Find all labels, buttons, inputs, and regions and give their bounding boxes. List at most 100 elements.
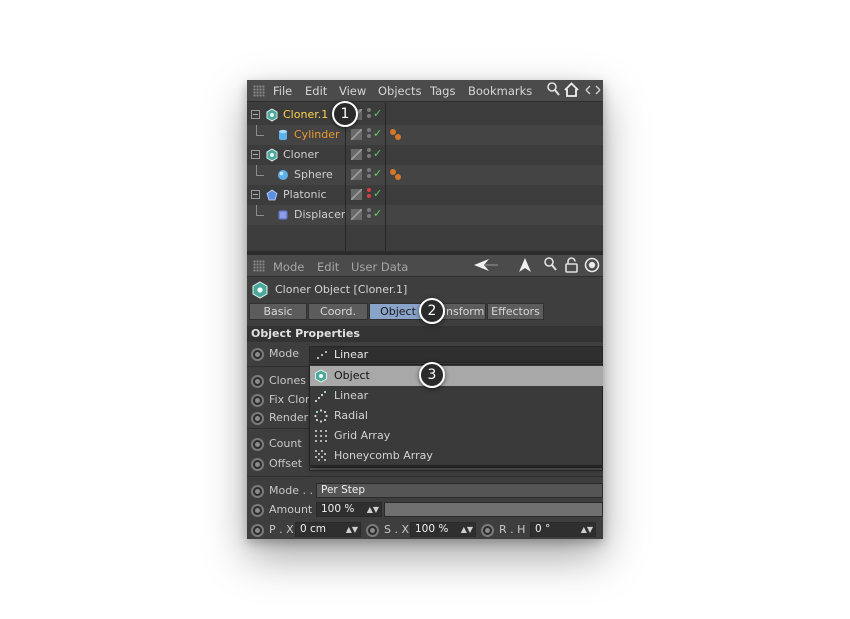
- visibility-dots[interactable]: [367, 168, 371, 182]
- option-grid-array[interactable]: Grid Array: [310, 426, 603, 446]
- object-name[interactable]: Cylinder: [294, 128, 340, 141]
- layer-icon[interactable]: [351, 149, 362, 160]
- lock-icon[interactable]: [565, 257, 578, 277]
- collapse-toggle-icon[interactable]: [251, 110, 260, 119]
- enabled-check-icon[interactable]: ✓: [373, 107, 382, 120]
- menu-tags[interactable]: Tags: [430, 84, 455, 98]
- grip-handle-icon[interactable]: [253, 260, 265, 272]
- object-name[interactable]: Cloner: [283, 148, 319, 161]
- animate-radio[interactable]: [251, 485, 264, 498]
- search-icon[interactable]: [544, 257, 558, 277]
- object-row-cloner-1[interactable]: Cloner.1 ✓: [247, 105, 603, 125]
- visibility-dots[interactable]: [367, 108, 371, 122]
- rh-input[interactable]: 0 ° ▲▼: [530, 522, 596, 537]
- target-icon[interactable]: [584, 257, 600, 277]
- object-row-displacer[interactable]: Displacer ✓: [247, 205, 603, 225]
- tab-basic[interactable]: Basic: [249, 303, 307, 320]
- amount-input[interactable]: 100 % ▲▼: [316, 502, 382, 517]
- cloner-icon: [266, 148, 278, 162]
- enabled-check-icon[interactable]: ✓: [373, 127, 382, 140]
- displacer-icon: [278, 210, 288, 220]
- step-mode-value: Per Step: [321, 484, 365, 496]
- grip-handle-icon[interactable]: [253, 85, 265, 97]
- menu-file[interactable]: File: [273, 84, 292, 98]
- layer-icon[interactable]: [351, 129, 362, 140]
- option-linear[interactable]: Linear: [310, 386, 603, 406]
- material-tag-icon[interactable]: [390, 129, 404, 141]
- tab-effectors[interactable]: Effectors: [487, 303, 544, 320]
- param-label: Amount: [269, 503, 313, 516]
- layer-icon[interactable]: [351, 169, 362, 180]
- menu-edit[interactable]: Edit: [317, 260, 339, 274]
- home-icon[interactable]: [564, 82, 579, 102]
- enabled-check-icon[interactable]: ✓: [373, 147, 382, 160]
- option-radial[interactable]: Radial: [310, 406, 603, 426]
- arrows-icon[interactable]: [585, 82, 601, 102]
- sx-input[interactable]: 100 % ▲▼: [410, 522, 476, 537]
- visibility-dots[interactable]: [367, 208, 371, 222]
- animate-radio[interactable]: [251, 504, 264, 517]
- px-value: 0 cm: [300, 523, 327, 535]
- back-arrow-icon[interactable]: [473, 257, 499, 277]
- up-arrow-icon[interactable]: [518, 257, 532, 277]
- section-title: Object Properties: [247, 326, 603, 342]
- animate-radio[interactable]: [251, 438, 264, 451]
- spinner-icon[interactable]: ▲▼: [581, 523, 593, 536]
- material-tag-icon[interactable]: [390, 169, 404, 181]
- param-label: Render: [269, 411, 309, 424]
- object-row-platonic[interactable]: Platonic ✓: [247, 185, 603, 205]
- visibility-dots[interactable]: [367, 148, 371, 162]
- animate-radio[interactable]: [251, 375, 264, 388]
- object-name[interactable]: Displacer: [294, 208, 345, 221]
- object-row-cloner[interactable]: Cloner ✓: [247, 145, 603, 165]
- tree-branch: [256, 165, 264, 176]
- column-divider[interactable]: [385, 103, 386, 251]
- menu-user-data[interactable]: User Data: [351, 260, 408, 274]
- menu-view[interactable]: View: [339, 84, 366, 98]
- menu-mode[interactable]: Mode: [273, 260, 304, 274]
- animate-radio[interactable]: [251, 524, 264, 537]
- mode-select[interactable]: Linear: [309, 346, 603, 363]
- param-label: Mode: [269, 347, 299, 360]
- amount-slider[interactable]: [384, 502, 603, 517]
- px-input[interactable]: 0 cm ▲▼: [295, 522, 361, 537]
- enabled-check-icon[interactable]: ✓: [373, 167, 382, 180]
- option-honeycomb-array[interactable]: Honeycomb Array: [310, 446, 603, 466]
- animate-radio[interactable]: [251, 412, 264, 425]
- search-icon[interactable]: [547, 82, 561, 102]
- collapse-toggle-icon[interactable]: [251, 190, 260, 199]
- enabled-check-icon[interactable]: ✓: [373, 187, 382, 200]
- spinner-icon[interactable]: ▲▼: [346, 523, 358, 536]
- layer-icon[interactable]: [351, 209, 362, 220]
- animate-radio[interactable]: [481, 524, 494, 537]
- tab-coord[interactable]: Coord.: [308, 303, 368, 320]
- menu-edit[interactable]: Edit: [305, 84, 327, 98]
- animate-radio[interactable]: [251, 348, 264, 361]
- offset-slider[interactable]: [309, 467, 603, 471]
- collapse-toggle-icon[interactable]: [251, 150, 260, 159]
- visibility-dots[interactable]: [367, 128, 371, 142]
- spinner-icon[interactable]: ▲▼: [367, 503, 379, 516]
- callout-badge-2: 2: [419, 298, 445, 324]
- option-object[interactable]: Object: [310, 366, 603, 386]
- animate-radio[interactable]: [251, 458, 264, 471]
- object-name[interactable]: Platonic: [283, 188, 327, 201]
- honeycomb-icon: [315, 450, 326, 461]
- animate-radio[interactable]: [366, 524, 379, 537]
- animate-radio[interactable]: [251, 394, 264, 407]
- step-mode-select[interactable]: Per Step: [316, 483, 603, 498]
- object-row-sphere[interactable]: Sphere ✓: [247, 165, 603, 185]
- linear-icon: [314, 390, 327, 403]
- spinner-icon[interactable]: ▲▼: [461, 523, 473, 536]
- radial-icon: [314, 409, 328, 423]
- object-name[interactable]: Cloner.1: [283, 108, 328, 121]
- mode-dropdown: Object Linear Radial Grid Array Honeycom…: [309, 364, 603, 466]
- menu-objects[interactable]: Objects: [378, 84, 421, 98]
- enabled-check-icon[interactable]: ✓: [373, 207, 382, 220]
- menu-bookmarks[interactable]: Bookmarks: [468, 84, 532, 98]
- visibility-dots[interactable]: [367, 188, 371, 202]
- object-name[interactable]: Sphere: [294, 168, 333, 181]
- object-row-cylinder[interactable]: Cylinder ✓: [247, 125, 603, 145]
- layer-icon[interactable]: [351, 189, 362, 200]
- option-label: Grid Array: [334, 429, 391, 442]
